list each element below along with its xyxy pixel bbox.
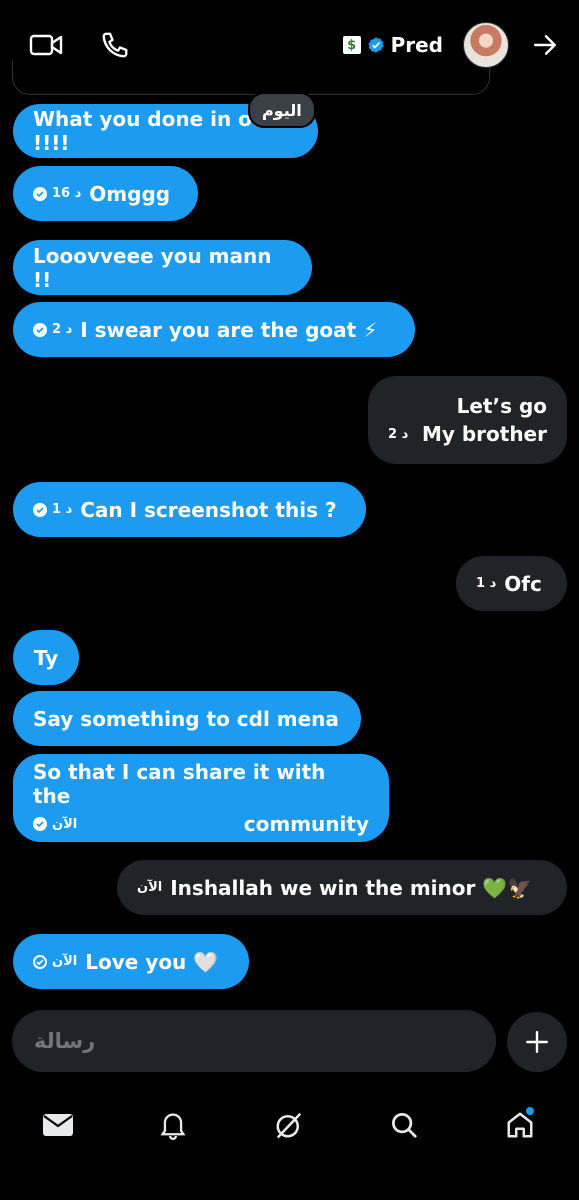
message-time: 2 د [388, 426, 409, 442]
read-check-icon [33, 322, 47, 337]
home-icon[interactable] [500, 1105, 540, 1145]
message-meta: الآن [33, 817, 77, 832]
message-bubble[interactable]: 1 د Ofc [456, 556, 567, 611]
grok-icon[interactable] [269, 1105, 309, 1145]
message-bubble[interactable]: Looovveee you mann !! [13, 240, 312, 295]
message-time: 1 د [52, 502, 73, 517]
message-time: الآن [137, 880, 163, 895]
arrow-right-icon[interactable] [530, 30, 560, 60]
add-attachment-button[interactable] [507, 1012, 567, 1072]
search-icon[interactable] [384, 1105, 424, 1145]
message-text: Say something to cdl mena [33, 706, 339, 731]
message-bubble[interactable]: الآن Inshallah we win the minor 💚🦅 [117, 860, 567, 915]
message-meta: الآن [33, 954, 77, 969]
avatar[interactable] [463, 22, 509, 68]
message-text: community [243, 812, 369, 836]
day-separator: اليوم [250, 94, 314, 126]
message-text: Omggg [89, 181, 171, 206]
message-bubble[interactable]: 2 د I swear you are the goat ⚡ [13, 302, 415, 357]
read-check-icon [33, 817, 47, 831]
message-placeholder: رسالة [34, 1029, 96, 1053]
message-time: الآن [52, 816, 78, 832]
message-bubble[interactable]: Let’s go 2 د My brother [368, 376, 567, 464]
message-text: I swear you are the goat ⚡ [80, 317, 378, 342]
message-text: So that I can share it with the [33, 760, 326, 808]
phone-icon[interactable] [98, 28, 132, 62]
message-bubble[interactable]: Say something to cdl mena [13, 691, 361, 746]
sent-check-icon [33, 954, 47, 969]
message-input[interactable]: رسالة [12, 1010, 496, 1072]
message-bubble[interactable]: 1 د Can I screenshot this ? [13, 482, 366, 537]
message-time: 2 د [52, 322, 73, 337]
message-meta: 16 د [33, 186, 81, 201]
message-text: My brother [421, 422, 547, 446]
message-text: Inshallah we win the minor 💚🦅 [170, 875, 533, 900]
message-text: Love you 🤍 [85, 949, 219, 974]
contact-name: Pred [390, 33, 443, 57]
message-text: Let’s go [456, 394, 547, 418]
conversation-header: $ Pred [0, 0, 579, 95]
verified-badge-icon [367, 37, 384, 53]
mail-icon[interactable] [38, 1105, 78, 1145]
message-bubble[interactable]: So that I can share it with the الآن com… [13, 754, 389, 842]
notification-dot [526, 1107, 534, 1115]
bottom-nav [0, 1085, 579, 1200]
message-meta: 1 د [33, 502, 72, 517]
contact-info[interactable]: $ Pred [342, 22, 509, 68]
message-time: الآن [52, 954, 78, 969]
message-meta: 2 د [33, 322, 72, 337]
read-check-icon [33, 502, 47, 517]
message-time: 1 د [476, 576, 497, 591]
message-text: Can I screenshot this ? [80, 497, 337, 522]
message-bubble[interactable]: 16 د Omggg [13, 166, 198, 221]
message-bubble[interactable]: الآن Love you 🤍 [13, 934, 249, 989]
message-text: Ofc [504, 571, 542, 596]
money-badge-icon: $ [342, 36, 361, 54]
message-time: 16 د [52, 186, 82, 201]
bell-icon[interactable] [153, 1105, 193, 1145]
plus-icon [526, 1031, 548, 1053]
read-check-icon [33, 186, 47, 201]
message-text: Ty [33, 645, 59, 670]
video-call-icon[interactable] [28, 30, 64, 60]
message-text: Looovveee you mann !! [33, 243, 272, 292]
message-bubble[interactable]: Ty [13, 630, 79, 685]
